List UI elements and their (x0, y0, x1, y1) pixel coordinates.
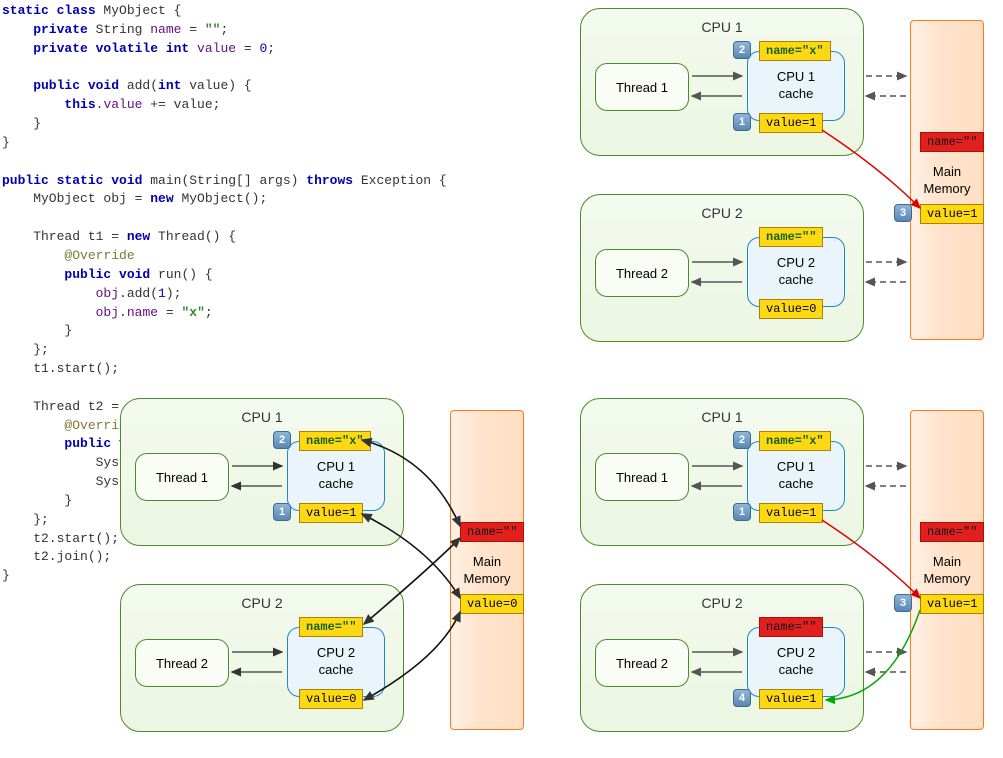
name-x: name="x" (759, 431, 831, 451)
value-1-cpu2: value=1 (759, 689, 823, 709)
name-x: name="x" (299, 431, 371, 451)
thread2-box: Thread 2 (595, 249, 689, 297)
name-x-tag: name="x" (759, 41, 831, 61)
step-1: 1 (733, 113, 751, 131)
step-2: 2 (733, 41, 751, 59)
value-0-tag: value=0 (759, 299, 823, 319)
mem-value: value=0 (460, 594, 524, 614)
cpu1-block: CPU 1 Thread 1 CPU 1cache name="x" value… (120, 398, 404, 546)
cpu2-label: CPU 2 (701, 205, 742, 221)
diagram-bottom-right: CPU 1 Thread 1 CPU 1cache name="x" value… (580, 398, 1000, 758)
thread1-box: Thread 1 (595, 63, 689, 111)
step-3: 3 (894, 594, 912, 612)
mem-name: name="" (920, 522, 984, 542)
diagram-top-right: CPU 1 Thread 1 CPU 1cache name="x" value… (580, 8, 1000, 368)
value-0: value=0 (299, 689, 363, 709)
step-3: 3 (894, 204, 912, 222)
cpu2-block: CPU 2 Thread 2 CPU 2cache name="" value=… (580, 584, 864, 732)
cpu1-cache: CPU 1cache (747, 51, 845, 121)
cpu1-block: CPU 1 Thread 1 CPU 1cache name="x" value… (580, 398, 864, 546)
mem-value: value=1 (920, 204, 984, 224)
cpu2-block: CPU 2 Thread 2 CPU 2cache name="" value=… (120, 584, 404, 732)
mem-name: name="" (920, 132, 984, 152)
cpu1-label: CPU 1 (701, 19, 742, 35)
name-empty: name="" (299, 617, 363, 637)
cpu1-block: CPU 1 Thread 1 CPU 1cache name="x" value… (580, 8, 864, 156)
cpu2-block: CPU 2 Thread 2 CPU 2cache name="" value=… (580, 194, 864, 342)
name-empty-red: name="" (759, 617, 823, 637)
diagram-bottom-left: CPU 1 Thread 1 CPU 1cache name="x" value… (120, 398, 540, 758)
cpu2-cache: CPU 2cache (747, 237, 845, 307)
value-1: value=1 (299, 503, 363, 523)
value-1: value=1 (759, 503, 823, 523)
name-empty-tag: name="" (759, 227, 823, 247)
mem-value: value=1 (920, 594, 984, 614)
main-memory-label: MainMemory (910, 164, 984, 198)
mem-name: name="" (460, 522, 524, 542)
value-1-tag: value=1 (759, 113, 823, 133)
